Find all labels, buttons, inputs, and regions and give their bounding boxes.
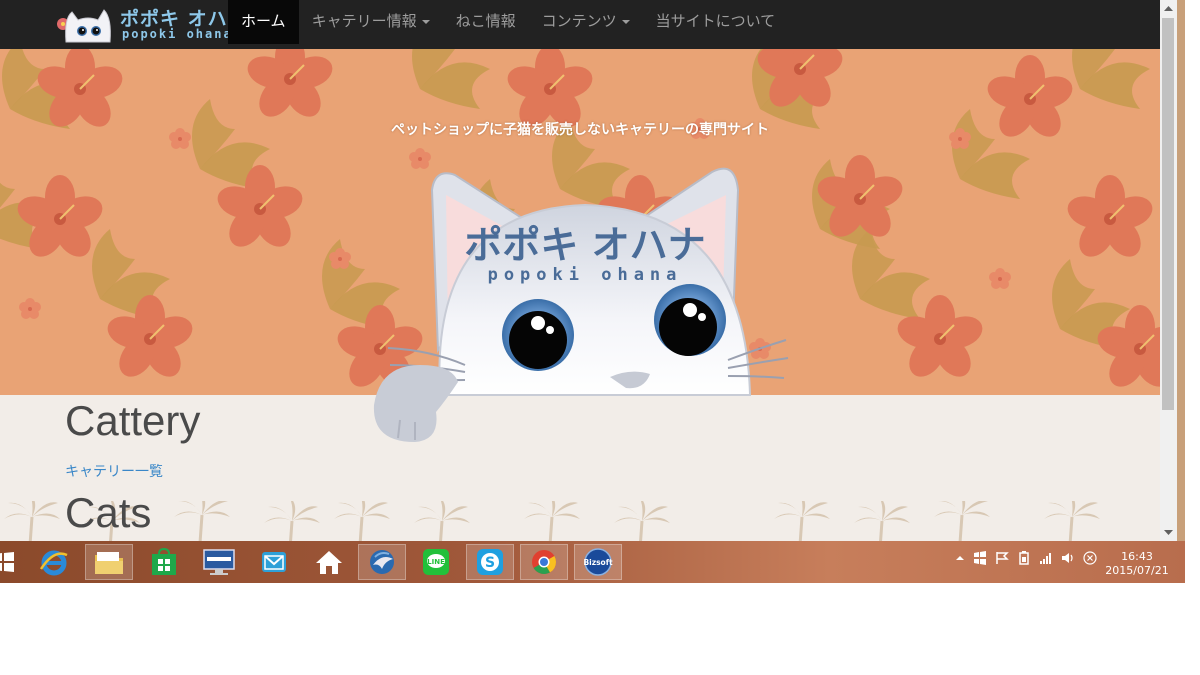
nav-label: コンテンツ [541, 12, 617, 30]
clock-date: 2015/07/21 [1105, 564, 1169, 577]
nav-item-contents[interactable]: コンテンツ [529, 0, 643, 44]
taskbar-clock[interactable]: 16:43 2015/07/21 [1102, 550, 1172, 578]
action-center-flag-icon[interactable] [995, 551, 1009, 565]
nav-item-cat-info[interactable]: ねこ情報 [443, 0, 529, 44]
skype-icon[interactable]: S [466, 544, 514, 580]
nav-label: 当サイトについて [655, 12, 776, 30]
nav-item-cattery-info[interactable]: キャテリー情報 [299, 0, 443, 44]
nav-item-about[interactable]: 当サイトについて [643, 0, 789, 44]
main-nav: ホーム キャテリー情報 ねこ情報 コンテンツ 当サイトについて [228, 0, 788, 44]
store-icon[interactable] [140, 544, 188, 580]
bizsoft-label: Bizsoft [583, 558, 613, 567]
nav-label: ねこ情報 [455, 12, 516, 30]
clock-time: 16:43 [1121, 550, 1153, 563]
windows-start-icon[interactable] [0, 544, 22, 580]
svg-text:S: S [485, 555, 495, 571]
file-explorer-icon[interactable] [85, 544, 133, 580]
window-frame-edge [1177, 0, 1185, 583]
lenovo-icon[interactable] [195, 544, 243, 580]
internet-explorer-icon[interactable] [30, 544, 78, 580]
svg-text:LINE: LINE [427, 558, 445, 566]
volume-icon[interactable] [1061, 551, 1075, 565]
scroll-down-icon[interactable] [1160, 524, 1177, 541]
cats-heading: Cats [65, 489, 152, 536]
brand-subtitle: popoki ohana [122, 27, 233, 41]
browser-viewport: ポポキ オハナ popoki ohana ホーム キャテリー情報 ねこ情報 コン… [0, 0, 1177, 583]
vertical-scrollbar[interactable] [1160, 0, 1177, 541]
thunderbird-icon[interactable] [358, 544, 406, 580]
site-brand[interactable]: ポポキ オハナ popoki ohana [54, 4, 247, 46]
scroll-up-icon[interactable] [1160, 0, 1177, 17]
scrollbar-thumb[interactable] [1162, 18, 1174, 410]
site-tagline: ペットショップに子猫を販売しないキャテリーの専門サイト [391, 122, 769, 138]
close-circle-icon[interactable] [1083, 551, 1097, 565]
nav-item-home[interactable]: ホーム [228, 0, 299, 44]
mascot-cat-logo: ポポキ オハナ popoki ohana [373, 167, 789, 442]
mascot-logo-subtitle: popoki ohana [488, 265, 683, 285]
system-tray [955, 551, 1097, 565]
mail-icon[interactable] [250, 544, 298, 580]
bizsoft-icon[interactable]: Bizsoft [574, 544, 622, 580]
windows-tray-icon[interactable] [973, 551, 987, 565]
home-icon[interactable] [305, 544, 353, 580]
brand-cat-icon [57, 9, 111, 43]
mascot-logo-title: ポポキ オハナ [464, 223, 705, 267]
palm-tree-pattern [2, 501, 1102, 541]
caret-down-icon [421, 19, 430, 24]
line-icon[interactable]: LINE [412, 544, 460, 580]
nav-label: ホーム [241, 12, 286, 30]
cattery-list-link[interactable]: キャテリー一覧 [65, 461, 163, 481]
network-signal-icon[interactable] [1039, 551, 1053, 565]
caret-down-icon [621, 19, 630, 24]
chrome-icon[interactable] [520, 544, 568, 580]
nav-label: キャテリー情報 [311, 12, 417, 30]
show-hidden-icons-icon[interactable] [955, 553, 965, 563]
battery-icon[interactable] [1017, 551, 1031, 565]
cattery-heading: Cattery [65, 397, 201, 444]
navbar: ポポキ オハナ popoki ohana ホーム キャテリー情報 ねこ情報 コン… [0, 0, 1160, 49]
